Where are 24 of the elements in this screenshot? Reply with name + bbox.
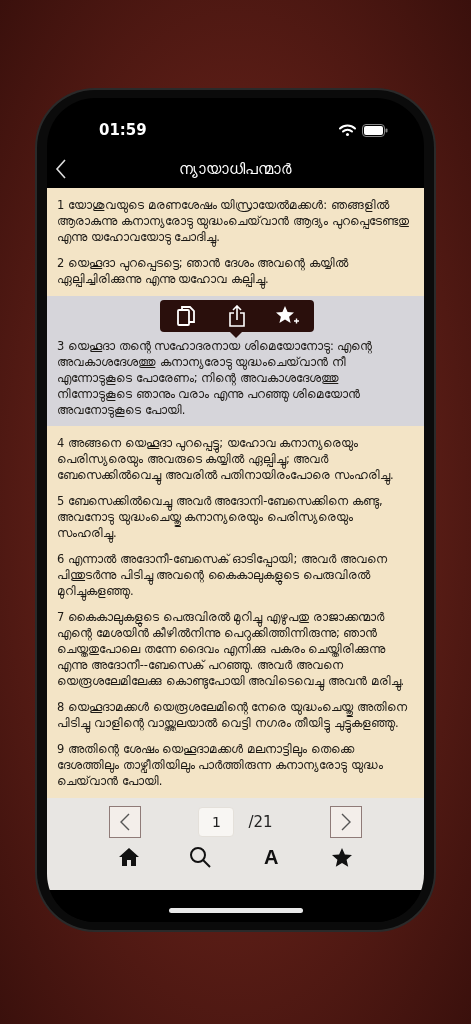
verse[interactable]: 1 യോശുവയുടെ മരണശേഷം യിസ്രായേൽമക്കൾ: ഞങ്ങളിൽ ആരാകുന്നു കനാന്യരോടു യുദ്ധംചെയ്‌വാൻ ആദ്യം പുറപ്പെടേണ്ടതു എന്നു യഹോവയോടു ചോദിച്ചു. [47,192,424,250]
copy-icon [176,306,195,326]
verse[interactable]: 4 അങ്ങനെ യെഹൂദാ പുറപ്പെട്ടു; യഹോവ കനാന്യരെയും പെരിസ്യരെയും അവരുടെ കയ്യിൽ ഏല്പിച്ചു; അവർ ബേസെക്കിൽവെച്ചു അവരിൽ പതിനായിരംപോരെ സംഹരിച്ചു. [47,430,424,488]
back-button[interactable] [55,159,67,179]
verse[interactable]: 9 അതിന്റെ ശേഷം യെഹൂദാമക്കൾ മലനാട്ടിലും തെക്കെ ദേശത്തിലും താഴ്വീതിയിലും പാർത്തിരുന്ന കനാന്യരോടു യുദ്ധം ചെയ്‌വാൻ പോയി. [47,736,424,794]
verse[interactable]: 5 ബേസെക്കിൽവെച്ചു അവർ അദോനി-ബേസെക്കിനെ കണ്ടു, അവനോടു യുദ്ധംചെയ്തു കനാന്യരെയും പെരിസ്യരെയും സംഹരിച്ചു. [47,488,424,546]
verse[interactable]: 6 എന്നാൽ അദോനീ-ബേസെക് ഓടിപ്പോയി; അവർ അവനെ പിന്തുടർന്നു പിടിച്ചു അവന്റെ കൈകാലുകളുടെ പെരുവിരൽ മുറിച്ചുകളഞ്ഞു. [47,546,424,604]
star-plus-icon [276,306,301,326]
page-title: ന്യായാധിപന്മാർ [179,160,292,178]
share-icon [229,305,245,327]
chevron-left-icon [120,813,130,831]
status-time: 01:59 [99,121,147,139]
chevron-right-icon [341,813,351,831]
page-number-field[interactable]: 1 [198,807,235,837]
next-page-button[interactable] [330,806,362,838]
verse[interactable]: 8 യെഹൂദാമക്കൾ യെരൂശലേമിന്റെ നേരെ യുദ്ധംചെയ്തു അതിനെ പിടിച്ചു വാളിന്റെ വായ്ത്തലയാൽ വെട്ടി നഗരം തീയിട്ടു ചുട്ടുകളഞ്ഞു. [47,694,424,736]
page-total: /21 [248,813,273,831]
wifi-icon [339,124,356,136]
font-size-button[interactable]: A [257,844,286,870]
battery-icon [362,123,388,137]
verse[interactable]: 3 യെഹൂദാ തന്റെ സഹോദരനായ ശിമെയോനോടു: എന്റെ അവകാശദേശത്തു കനാന്യരോടു യുദ്ധംചെയ്‌വാൻ നീ എന്നോടുകൂടെ പോരേണം; നിന്റെ അവകാശദേശത്തു നിന്നോടുകൂടെ ഞാനും വരാം എന്നു പറഞ്ഞു ശിമെയോൻ അവനോടുകൂടെ പോയി. [47,296,424,426]
previous-page-button[interactable] [109,806,141,838]
verse[interactable]: 2 യെഹൂദാ പുറപ്പെടട്ടെ; ഞാൻ ദേശം അവന്റെ കയ്യിൽ ഏല്പിച്ചിരിക്കുന്നു എന്നു യഹോവ കല്പിച്ചു. [47,250,424,292]
verse[interactable]: 7 കൈകാലുകളുടെ പെരുവിരൽ മുറിച്ചു എഴുപതു രാജാക്കന്മാർ എന്റെ മേശയിൻ കീഴിൽനിന്നു പെറുക്കിത്തിന്നിരുന്നു; ഞാൻ ചെയ്തതുപോലെ തന്നേ ദൈവം എനിക്കു പകരം ചെയ്തിരിക്കുന്നു എന്നു അദോനീ--ബേസെക് പറഞ്ഞു. അവർ അവനെ യെരൂശലേമിലേക്കു കൊണ്ടുപോയി അവിടെവെച്ചു അവൻ മരിച്ചു. [47,604,424,694]
